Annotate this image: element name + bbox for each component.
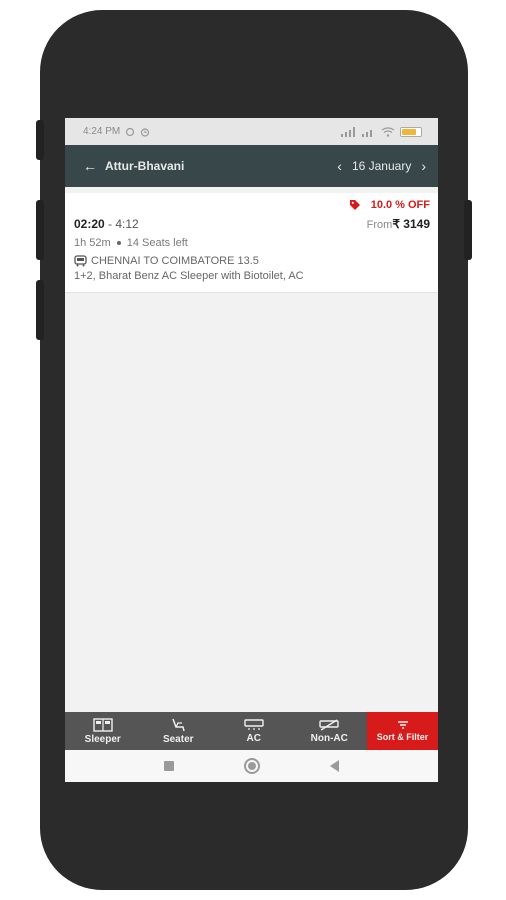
phone-side-button <box>36 120 44 160</box>
arrival-time: - 4:12 <box>108 217 139 231</box>
battery-icon <box>400 126 422 137</box>
app-screen: 4:24 PM ← Attur-Bhavani ‹ 16 January › 1… <box>65 118 438 782</box>
filter-sleeper-label: Sleeper <box>84 733 121 745</box>
next-date-icon[interactable]: › <box>421 158 426 174</box>
filter-sleeper-button[interactable]: Sleeper <box>65 712 141 750</box>
non-ac-icon <box>319 718 339 731</box>
phone-side-button <box>464 200 472 260</box>
bus-type: 1+2, Bharat Benz AC Sleeper with Biotoil… <box>74 270 304 282</box>
filter-icon <box>397 721 408 729</box>
filter-ac-label: AC <box>246 732 261 744</box>
seater-icon <box>172 718 185 731</box>
ac-icon <box>244 718 264 730</box>
phone-side-button <box>36 280 44 340</box>
fare-amount: ₹ 3149 <box>392 217 430 231</box>
bus-operator-name: CHENNAI TO COIMBATORE 13.5 <box>91 255 259 267</box>
sync-icon <box>126 127 135 136</box>
departure-time: 02:20 <box>74 217 105 231</box>
phone-side-button <box>36 200 44 260</box>
status-bar: 4:24 PM <box>65 118 438 145</box>
offer-badge: 10.0 % OFF <box>370 199 430 211</box>
route-title: Attur-Bhavani <box>105 159 185 173</box>
seats-left: 14 Seats left <box>126 237 188 249</box>
back-arrow-icon[interactable]: ← <box>83 158 97 174</box>
price-prefix: From <box>366 219 393 231</box>
sort-filter-label: Sort & Filter <box>376 732 429 742</box>
back-icon[interactable] <box>330 760 339 772</box>
trip-duration: 1h 52m <box>74 237 111 249</box>
signal-icon-2 <box>362 129 372 137</box>
filter-non-ac-button[interactable]: Non-AC <box>292 712 368 750</box>
previous-date-icon[interactable]: ‹ <box>337 158 342 174</box>
status-time: 4:24 PM <box>83 126 121 137</box>
filter-ac-button[interactable]: AC <box>216 712 292 750</box>
wifi-icon <box>381 126 395 137</box>
filter-bar: Sleeper Seater AC Non-AC Sort & Filter <box>65 712 438 750</box>
separator-dot <box>116 241 121 245</box>
recents-icon[interactable] <box>164 761 174 771</box>
filter-seater-label: Seater <box>162 733 194 745</box>
offer-tag-icon <box>349 200 360 210</box>
app-toolbar: ← Attur-Bhavani ‹ 16 January › <box>65 145 438 187</box>
bus-result-card[interactable]: 10.0 % OFF 02:20 - 4:12 From₹ 3149 1h 52… <box>65 193 438 293</box>
system-nav-bar <box>65 750 438 782</box>
bus-icon <box>74 255 87 267</box>
alarm-icon <box>141 127 150 137</box>
journey-date: 16 January <box>351 159 412 173</box>
filter-seater-button[interactable]: Seater <box>141 712 217 750</box>
filter-non-ac-label: Non-AC <box>310 732 348 744</box>
sort-filter-button[interactable]: Sort & Filter <box>367 712 438 750</box>
sleeper-icon <box>93 717 113 732</box>
home-icon[interactable] <box>244 758 260 774</box>
signal-icon <box>341 126 355 137</box>
